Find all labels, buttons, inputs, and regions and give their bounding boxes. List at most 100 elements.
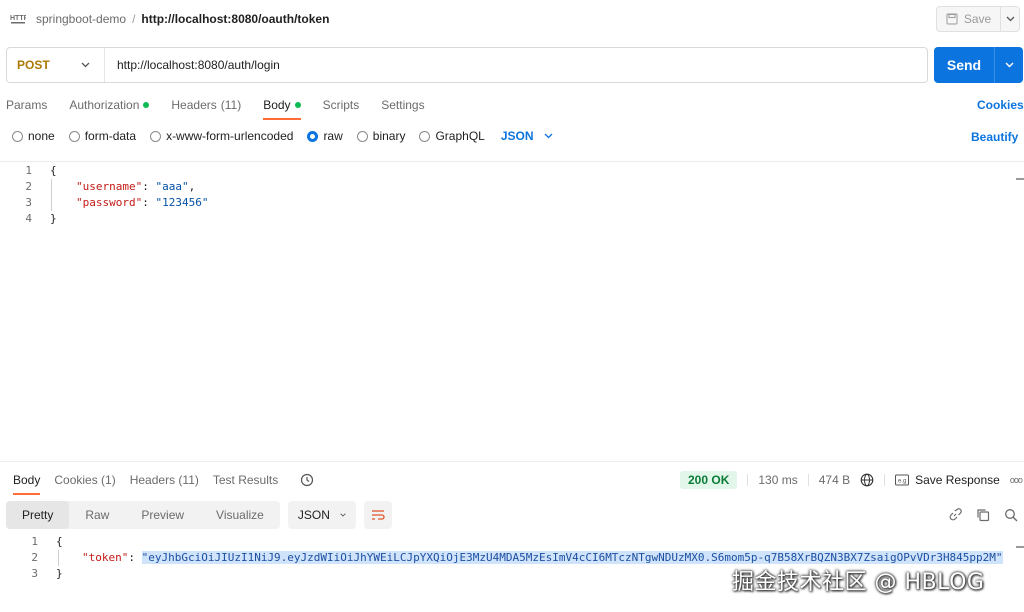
body-format-select[interactable]: JSON xyxy=(501,129,553,143)
breadcrumb-separator: / xyxy=(132,12,136,26)
radio-button[interactable] xyxy=(356,130,368,142)
http-request-icon: HTTP xyxy=(10,15,26,24)
tab-label: Authorization xyxy=(69,98,140,112)
divider xyxy=(747,474,749,486)
send-button-group: Send xyxy=(934,47,1023,83)
divider xyxy=(0,161,1024,162)
svg-text:HTTP: HTTP xyxy=(10,15,26,22)
code-line: 1 { xyxy=(0,163,1024,179)
response-size[interactable]: 474 B xyxy=(819,473,850,487)
view-visualize[interactable]: Visualize xyxy=(200,501,280,529)
request-title[interactable]: http://localhost:8080/oauth/token xyxy=(141,12,329,26)
response-tab-headers[interactable]: Headers (11) xyxy=(130,473,199,487)
option-label: form-data xyxy=(84,129,137,143)
line-number: 3 xyxy=(31,567,38,580)
history-icon[interactable] xyxy=(300,473,314,487)
save-options-chevron-down-icon[interactable] xyxy=(1001,7,1019,31)
code-text: } xyxy=(56,567,63,580)
response-tab-cookies[interactable]: Cookies (1) xyxy=(54,473,115,487)
json-value: "123456" xyxy=(155,196,209,209)
send-options-chevron-down-icon[interactable] xyxy=(995,47,1023,83)
code-line: 4 } xyxy=(0,211,1024,227)
svg-text:e.g: e.g xyxy=(898,479,906,485)
line-number: 1 xyxy=(31,535,38,548)
line-number: 2 xyxy=(25,180,32,193)
response-actions xyxy=(948,508,1018,522)
chevron-down-icon xyxy=(544,133,552,139)
response-time[interactable]: 130 ms xyxy=(758,473,797,487)
wrap-lines-button[interactable] xyxy=(363,501,392,529)
more-options-icon[interactable]: ooo xyxy=(1010,475,1023,485)
view-pretty[interactable]: Pretty xyxy=(6,501,70,529)
radio-button-selected[interactable] xyxy=(307,130,319,142)
active-indicator-dot xyxy=(294,102,301,108)
option-label: none xyxy=(28,129,55,143)
view-preview[interactable]: Preview xyxy=(125,501,200,529)
tab-params[interactable]: Params xyxy=(6,96,47,114)
response-toolbar: Pretty Raw Preview Visualize JSON xyxy=(6,501,392,529)
body-option-form-data[interactable]: form-data xyxy=(68,129,137,143)
save-icon xyxy=(946,13,958,25)
url-input[interactable] xyxy=(105,58,927,72)
tab-label: Headers xyxy=(171,98,217,112)
tab-authorization[interactable]: Authorization xyxy=(69,96,150,114)
send-button[interactable]: Send xyxy=(934,47,995,83)
response-format-select[interactable]: JSON xyxy=(287,501,356,529)
globe-icon[interactable] xyxy=(860,473,874,487)
tab-count: (11) xyxy=(220,98,242,112)
tab-headers[interactable]: Headers (11) xyxy=(171,96,241,114)
body-option-graphql[interactable]: GraphQL xyxy=(419,129,485,143)
line-number: 2 xyxy=(31,551,38,564)
divider xyxy=(807,474,809,486)
json-key: "password" xyxy=(76,196,143,209)
save-response-button[interactable]: e.g Save Response xyxy=(895,473,1000,487)
radio-button[interactable] xyxy=(150,130,162,142)
request-body-editor[interactable]: 1 { 2 "username": "aaa", 3 "password": "… xyxy=(0,163,1024,227)
save-button[interactable]: Save xyxy=(937,7,1001,31)
body-option-none[interactable]: none xyxy=(12,129,55,143)
chevron-down-icon xyxy=(81,62,90,68)
code-line: 1 { xyxy=(0,534,1024,550)
body-type-options: none form-data x-www-form-urlencoded raw… xyxy=(12,129,553,143)
option-label: binary xyxy=(372,129,406,143)
radio-button[interactable] xyxy=(12,130,23,142)
response-tab-test-results[interactable]: Test Results xyxy=(213,473,278,487)
response-view-selector: Pretty Raw Preview Visualize xyxy=(6,501,280,529)
pane-divider[interactable] xyxy=(0,461,1024,462)
tab-body[interactable]: Body xyxy=(263,96,301,120)
response-tabs: Body Cookies (1) Headers (11) Test Resul… xyxy=(13,473,314,495)
wrap-lines-icon xyxy=(371,510,385,520)
json-value: "aaa" xyxy=(155,180,189,193)
code-line: 3 "password": "123456" xyxy=(0,195,1024,211)
response-tab-body[interactable]: Body xyxy=(13,473,41,495)
tab-label: Settings xyxy=(381,98,425,112)
option-label: GraphQL xyxy=(435,129,485,143)
body-option-binary[interactable]: binary xyxy=(356,129,406,143)
copy-icon[interactable] xyxy=(976,508,990,522)
status-badge[interactable]: 200 OK xyxy=(680,471,738,489)
token-value[interactable]: "eyJhbGciOiJIUzI1NiJ9.eyJzdWIiOiJhYWEiLC… xyxy=(141,551,1003,564)
radio-button[interactable] xyxy=(68,130,80,142)
option-label: x-www-form-urlencoded xyxy=(166,129,294,143)
breadcrumb-collection[interactable]: springboot-demo xyxy=(36,12,126,26)
response-format-label: JSON xyxy=(297,508,330,522)
body-option-raw[interactable]: raw xyxy=(307,129,343,143)
code-text: { xyxy=(56,535,63,548)
beautify-button[interactable]: Beautify xyxy=(971,130,1018,144)
top-bar: HTTP springboot-demo / http://localhost:… xyxy=(0,0,1024,38)
link-icon[interactable] xyxy=(948,508,962,522)
search-icon[interactable] xyxy=(1004,508,1018,522)
radio-button[interactable] xyxy=(419,130,431,142)
code-text: "password": "123456" xyxy=(76,196,209,209)
tab-settings[interactable]: Settings xyxy=(381,96,424,114)
view-raw[interactable]: Raw xyxy=(69,501,125,529)
code-text: "username": "aaa", xyxy=(76,180,196,193)
line-number: 4 xyxy=(25,212,32,225)
method-select[interactable]: POST xyxy=(7,48,105,82)
tab-scripts[interactable]: Scripts xyxy=(323,96,360,114)
divider xyxy=(884,474,886,486)
save-label: Save xyxy=(963,12,992,26)
active-indicator-dot xyxy=(143,102,150,108)
body-option-urlencoded[interactable]: x-www-form-urlencoded xyxy=(150,129,293,143)
cookies-link[interactable]: Cookies xyxy=(977,98,1024,112)
